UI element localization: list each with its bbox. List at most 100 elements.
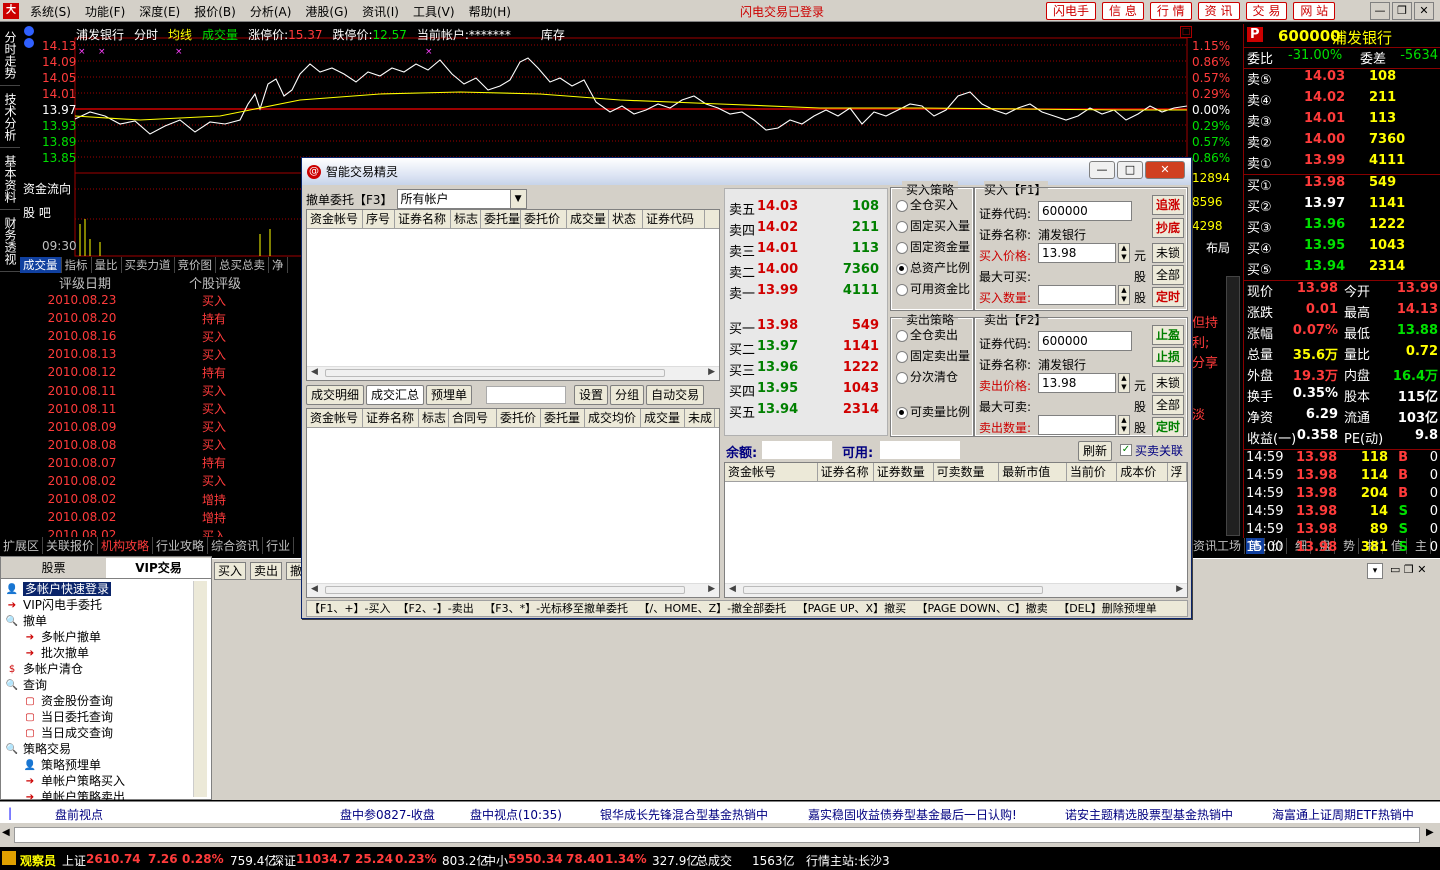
rating-row[interactable]: 2010.08.09 买入 xyxy=(0,418,300,436)
deal-hscroll[interactable]: ◀ ▶ xyxy=(307,583,719,597)
radio-sellable-ratio[interactable]: 可卖量比例 xyxy=(892,402,972,423)
chart-close-icon[interactable]: □ xyxy=(1180,26,1192,38)
rating-row[interactable]: 2010.08.08 买入 xyxy=(0,436,300,454)
nav-item[interactable]: ▢ 资金股份查询 xyxy=(23,693,113,709)
menu-depth[interactable]: 深度(E) xyxy=(133,3,186,20)
column-header[interactable]: 资金帐号 xyxy=(725,463,818,481)
dropdown-icon[interactable]: ▾ xyxy=(1367,563,1383,579)
radio-full-buy[interactable]: 全仓买入 xyxy=(892,195,972,216)
chart-toggle-icons[interactable] xyxy=(24,24,36,60)
column-header[interactable]: 委托量 xyxy=(481,210,521,228)
menu-info[interactable]: 资讯(I) xyxy=(356,3,405,20)
tab-net[interactable]: 净 xyxy=(269,257,288,273)
stop-loss-button[interactable]: 止损 xyxy=(1152,347,1184,367)
nav-item[interactable]: ➔ VIP闪电手委托 xyxy=(5,597,102,613)
link-checkbox[interactable]: ✓ xyxy=(1120,444,1132,456)
menu-help[interactable]: 帮助(H) xyxy=(463,3,517,20)
settings-button[interactable]: 设置 xyxy=(574,385,609,405)
dialog-quote-row[interactable]: 买一 13.98 549 xyxy=(725,318,887,339)
dialog-titlebar[interactable]: @ 智能交易精灵 — □ ✕ xyxy=(302,158,1191,185)
menu-analysis[interactable]: 分析(A) xyxy=(244,3,298,20)
column-header[interactable]: 资金帐号 xyxy=(307,409,363,427)
column-header[interactable]: 成交均价 xyxy=(585,409,641,427)
trade-button[interactable]: 交 易 xyxy=(1245,2,1288,20)
sell-qty-spinner[interactable]: ▲ ▼ xyxy=(1118,415,1130,435)
tab-preorder[interactable]: 预埋单 xyxy=(426,385,473,405)
scroll-left-icon[interactable]: ◀ xyxy=(2,827,10,838)
rating-row[interactable]: 2010.08.13 买入 xyxy=(0,345,300,363)
bottom-scrollbar[interactable]: ◀ ▶ xyxy=(0,823,1440,847)
mode-avgline[interactable]: 均线 xyxy=(168,26,192,43)
column-header[interactable]: 证券代码 xyxy=(643,210,705,228)
nav-item[interactable]: 👤 策略预埋单 xyxy=(23,757,101,773)
nav-item[interactable]: ▢ 当日委托查询 xyxy=(23,709,113,725)
buy-lock-button[interactable]: 未锁 xyxy=(1152,243,1184,263)
order-table[interactable]: 资金帐号 序号 证券名称 标志 委托量 委托价 成交量 状态 证券代码 ◀ ▶ xyxy=(306,209,720,381)
dialog-quote-row[interactable]: 卖三 14.01 113 xyxy=(725,241,887,262)
radio-avail-ratio[interactable]: 可用资金比 xyxy=(892,279,972,300)
ticker-item[interactable]: 银华成长先锋混合型基金热销中 xyxy=(600,806,768,823)
rating-row[interactable]: 2010.08.11 买入 xyxy=(0,400,300,418)
market-button[interactable]: 行 情 xyxy=(1149,2,1192,20)
side-tab-tech[interactable]: 技术分析 xyxy=(0,86,21,148)
nav-tab-vip[interactable]: VIP交易 xyxy=(106,557,211,578)
info-tab-workshop[interactable]: 资讯工场 xyxy=(1190,537,1246,554)
minimize-icon[interactable]: — xyxy=(1370,2,1390,20)
nav-item[interactable]: 🔍 撤单 xyxy=(5,613,47,629)
buy-level[interactable]: 买④ 13.95 1043 xyxy=(1244,238,1440,259)
radio-batch-clear[interactable]: 分次清仓 xyxy=(892,367,972,388)
menu-quote[interactable]: 报价(B) xyxy=(188,3,242,20)
holdings-hscroll[interactable]: ◀ ▶ xyxy=(725,583,1187,597)
buy-price-input[interactable]: 13.98 xyxy=(1038,243,1116,263)
mode-volume[interactable]: 成交量 xyxy=(202,26,238,43)
menu-system[interactable]: 系统(S) xyxy=(24,3,77,20)
info-tab-industry[interactable]: 行业攻略 xyxy=(153,537,209,554)
buy-level[interactable]: 买⑤ 13.94 2314 xyxy=(1244,259,1440,280)
side-tab-finance[interactable]: 财务透视 xyxy=(0,210,21,272)
rating-row[interactable]: 2010.08.12 持有 xyxy=(0,363,300,381)
scroll-track[interactable] xyxy=(14,827,1420,843)
menu-hk[interactable]: 港股(G) xyxy=(299,3,354,20)
column-header[interactable]: 标志 xyxy=(419,409,449,427)
buy-level[interactable]: 买③ 13.96 1222 xyxy=(1244,217,1440,238)
buy-qty-spinner[interactable]: ▲ ▼ xyxy=(1118,285,1130,305)
auto-trade-button[interactable]: 自动交易 xyxy=(646,385,705,405)
restore-icon[interactable]: ❐ xyxy=(1392,2,1412,20)
deal-table[interactable]: 资金帐号 证券名称 标志 合同号 委托价 委托量 成交均价 成交量 未成 ◀ ▶ xyxy=(306,408,720,598)
refresh-button[interactable]: 刷新 xyxy=(1078,441,1113,461)
nav-item[interactable]: ➔ 单帐户策略买入 xyxy=(23,773,125,789)
dialog-maximize-icon[interactable]: □ xyxy=(1117,161,1143,179)
column-header[interactable]: 标志 xyxy=(451,210,481,228)
buy-timer-button[interactable]: 定时 xyxy=(1152,287,1184,307)
app-icon[interactable]: 大 xyxy=(3,3,19,19)
layout-label[interactable]: 布局 xyxy=(1206,239,1230,256)
dialog-quote-row[interactable]: 买三 13.96 1222 xyxy=(725,360,887,381)
nav-scrollbar[interactable] xyxy=(193,581,207,797)
column-header[interactable]: 状态 xyxy=(609,210,643,228)
holdings-table[interactable]: 资金帐号 证券名称 证券数量 可卖数量 最新市值 当前价 成本价浮 ◀ ▶ xyxy=(724,462,1188,598)
buy-level[interactable]: 买② 13.97 1141 xyxy=(1244,196,1440,217)
sell-level[interactable]: 卖③ 14.01 113 xyxy=(1244,111,1440,132)
rating-row[interactable]: 2010.08.02 买入 xyxy=(0,472,300,490)
nav-item[interactable]: 👤 多帐户快速登录 xyxy=(5,581,112,597)
stock-tab[interactable]: 库存 xyxy=(541,26,565,43)
info-tab-related[interactable]: 关联报价 xyxy=(43,537,99,554)
flash-button[interactable]: 闪电手 xyxy=(1046,2,1097,20)
column-header[interactable]: 序号 xyxy=(363,210,395,228)
stock-bar-label[interactable]: 股 吧 xyxy=(23,204,51,221)
rating-scrollbar[interactable] xyxy=(1226,276,1240,536)
tab-deal-summary[interactable]: 成交汇总 xyxy=(366,385,425,405)
menu-function[interactable]: 功能(F) xyxy=(79,3,131,20)
column-header[interactable]: 证券名称 xyxy=(818,463,874,481)
sell-price-spinner[interactable]: ▲ ▼ xyxy=(1118,373,1130,393)
tab-deal-detail[interactable]: 成交明细 xyxy=(306,385,365,405)
take-profit-button[interactable]: 止盈 xyxy=(1152,325,1184,345)
dialog-quote-row[interactable]: 卖二 14.00 7360 xyxy=(725,262,887,283)
chart-up-icon[interactable] xyxy=(24,26,34,36)
order-hscroll[interactable]: ◀ ▶ xyxy=(307,366,719,380)
select-arrow-icon[interactable]: ▼ xyxy=(509,190,526,208)
radio-fixed-buy-qty[interactable]: 固定买入量 xyxy=(892,216,972,237)
sell-code-input[interactable]: 600000 xyxy=(1038,331,1132,351)
sell-level[interactable]: 卖④ 14.02 211 xyxy=(1244,90,1440,111)
tab-totalbs[interactable]: 总买总卖 xyxy=(216,257,269,273)
